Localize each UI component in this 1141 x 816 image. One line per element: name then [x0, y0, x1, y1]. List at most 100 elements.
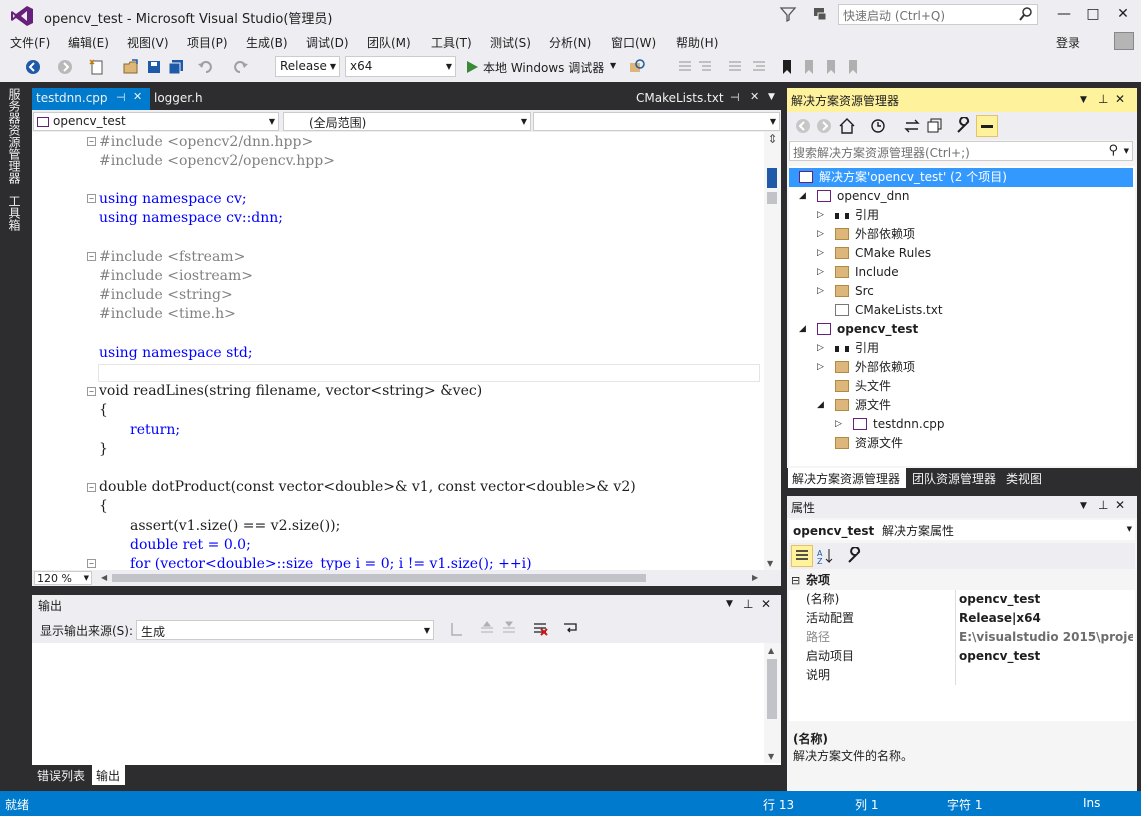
server-explorer-tab[interactable]: 服务器资源管理器: [6, 88, 23, 184]
fold-toggle[interactable]: −: [87, 252, 96, 261]
tree-item[interactable]: ◢ 源文件: [789, 396, 1133, 415]
quick-launch-input[interactable]: 快速启动 (Ctrl+Q): [838, 4, 1038, 25]
menu-edit[interactable]: 编辑(E): [68, 34, 109, 51]
output-source-select[interactable]: 生成 ▼: [136, 620, 434, 640]
tree-item[interactable]: ▷ Include: [789, 263, 1133, 282]
tab-solution-explorer[interactable]: 解决方案资源管理器: [788, 468, 906, 488]
tree-item[interactable]: ▷ 外部依赖项: [789, 358, 1133, 377]
toolbox-tab[interactable]: 工具箱: [6, 195, 23, 231]
menu-build[interactable]: 生成(B): [246, 34, 288, 51]
tab-output[interactable]: 输出: [92, 765, 125, 785]
tab-testdnn-cpp[interactable]: testdnn.cpp ⊣ ✕: [32, 88, 150, 110]
chevron-down-icon[interactable]: ▼: [1080, 95, 1087, 105]
fold-toggle[interactable]: −: [87, 387, 96, 396]
pending-changes-icon[interactable]: [869, 117, 887, 135]
tab-cmakelists-txt[interactable]: CMakeLists.txt ⊣ ✕ ▼: [632, 88, 782, 110]
account-avatar[interactable]: [1114, 32, 1134, 50]
home-icon[interactable]: [838, 117, 856, 135]
tree-item[interactable]: 头文件: [789, 377, 1133, 396]
menu-window[interactable]: 窗口(W): [611, 34, 656, 51]
project-scope-select[interactable]: opencv_test ▼: [33, 112, 279, 131]
tree-item[interactable]: 资源文件: [789, 434, 1133, 453]
comment-icon[interactable]: [676, 58, 694, 76]
menu-view[interactable]: 视图(V): [127, 34, 169, 51]
sync-icon[interactable]: [903, 117, 921, 135]
scroll-up-icon[interactable]: ▲: [768, 646, 774, 655]
property-row[interactable]: 启动项目 opencv_test: [789, 647, 1135, 666]
collapse-icon[interactable]: ⊟: [791, 571, 800, 590]
fold-toggle[interactable]: −: [87, 559, 96, 568]
pin-icon[interactable]: ⊥: [743, 597, 753, 611]
property-row[interactable]: (名称) opencv_test: [789, 590, 1135, 609]
pin-icon[interactable]: ⊥: [1098, 498, 1108, 512]
close-icon[interactable]: ✕: [1115, 498, 1125, 512]
expand-icon[interactable]: ▷: [817, 339, 824, 358]
output-vertical-scrollbar[interactable]: ▲ ▼: [764, 643, 781, 763]
prev-message-icon[interactable]: [478, 620, 496, 638]
close-icon[interactable]: ✕: [133, 90, 142, 103]
tree-item[interactable]: ▷ 外部依赖项: [789, 225, 1133, 244]
properties-wrench-icon[interactable]: [955, 117, 973, 135]
editor-vertical-scrollbar[interactable]: ⇕ ▼: [764, 132, 781, 570]
platform-select[interactable]: x64 ▼: [345, 56, 456, 77]
solution-tree[interactable]: 解决方案'opencv_test' (2 个项目) ◢ opencv_dnn ▷ 引用 ▷…: [789, 166, 1135, 466]
expand-icon[interactable]: ▷: [817, 206, 824, 225]
bookmark-icon[interactable]: [778, 58, 796, 76]
chevron-down-icon[interactable]: ▼: [726, 599, 733, 609]
tab-class-view[interactable]: 类视图: [1002, 468, 1046, 488]
global-scope-select[interactable]: (全局范围) ▼: [283, 112, 531, 131]
feedback-icon[interactable]: [811, 5, 829, 23]
forward-icon[interactable]: [56, 58, 74, 76]
property-row[interactable]: 活动配置 Release|x64: [789, 609, 1135, 628]
property-pages-icon[interactable]: [846, 547, 864, 565]
outdent-icon[interactable]: [750, 58, 768, 76]
undo-icon[interactable]: [197, 58, 215, 76]
collapse-icon[interactable]: ◢: [799, 187, 806, 206]
scroll-thumb[interactable]: [767, 659, 777, 719]
notification-filter-icon[interactable]: [779, 5, 797, 23]
tab-error-list[interactable]: 错误列表: [33, 765, 91, 785]
chevron-down-icon[interactable]: ▼: [768, 92, 775, 102]
tree-item[interactable]: ▷ 引用: [789, 339, 1133, 358]
code-area[interactable]: − #include <opencv2/dnn.hpp> #include <o…: [84, 132, 764, 570]
categorized-button[interactable]: [791, 545, 813, 567]
chevron-down-icon[interactable]: ▼: [1080, 501, 1087, 511]
chevron-down-icon[interactable]: ▼: [610, 61, 616, 70]
close-button[interactable]: ✕: [1109, 0, 1137, 28]
new-project-icon[interactable]: [88, 58, 106, 76]
chevron-down-icon[interactable]: ▼: [1124, 147, 1129, 155]
word-wrap-icon[interactable]: [562, 620, 580, 638]
split-icon[interactable]: ⇕: [765, 132, 780, 148]
preview-toggle-button[interactable]: [976, 115, 998, 137]
back-icon[interactable]: [794, 117, 812, 135]
tab-team-explorer[interactable]: 团队资源管理器: [908, 468, 1000, 488]
indent-icon[interactable]: [726, 58, 744, 76]
fold-toggle[interactable]: −: [87, 194, 96, 203]
tree-item[interactable]: ▷ 引用: [789, 206, 1133, 225]
property-row[interactable]: 路径 E:\visualstudio 2015\projects: [789, 628, 1135, 647]
menu-help[interactable]: 帮助(H): [676, 34, 718, 51]
zoom-select[interactable]: 120 % ▼: [34, 571, 92, 585]
find-message-icon[interactable]: [448, 620, 466, 638]
close-icon[interactable]: ✕: [1115, 92, 1125, 106]
collapse-icon[interactable]: ◢: [799, 320, 806, 339]
scroll-right-icon[interactable]: ▶: [752, 573, 758, 582]
scroll-down-icon[interactable]: ▼: [768, 752, 774, 761]
solution-config-select[interactable]: Release ▼: [275, 56, 340, 77]
clear-bookmarks-icon[interactable]: [844, 58, 862, 76]
fold-toggle[interactable]: −: [87, 137, 96, 146]
start-debugger-button[interactable]: 本地 Windows 调试器: [483, 59, 604, 76]
open-file-icon[interactable]: [122, 58, 140, 76]
menu-file[interactable]: 文件(F): [10, 34, 50, 51]
sign-in-link[interactable]: 登录: [1056, 34, 1080, 51]
uncomment-icon[interactable]: [696, 58, 714, 76]
solution-search-input[interactable]: 搜索解决方案资源管理器(Ctrl+;) ⚲ ▼: [789, 141, 1133, 161]
tree-item[interactable]: ▷ testdnn.cpp: [789, 415, 1133, 434]
expand-icon[interactable]: ▷: [817, 244, 824, 263]
scroll-thumb[interactable]: [767, 192, 777, 204]
fold-toggle[interactable]: −: [87, 483, 96, 492]
menu-test[interactable]: 测试(S): [490, 34, 531, 51]
pin-icon[interactable]: ⊣: [730, 91, 740, 104]
menu-analyze[interactable]: 分析(N): [549, 34, 591, 51]
menu-tools[interactable]: 工具(T): [431, 34, 472, 51]
